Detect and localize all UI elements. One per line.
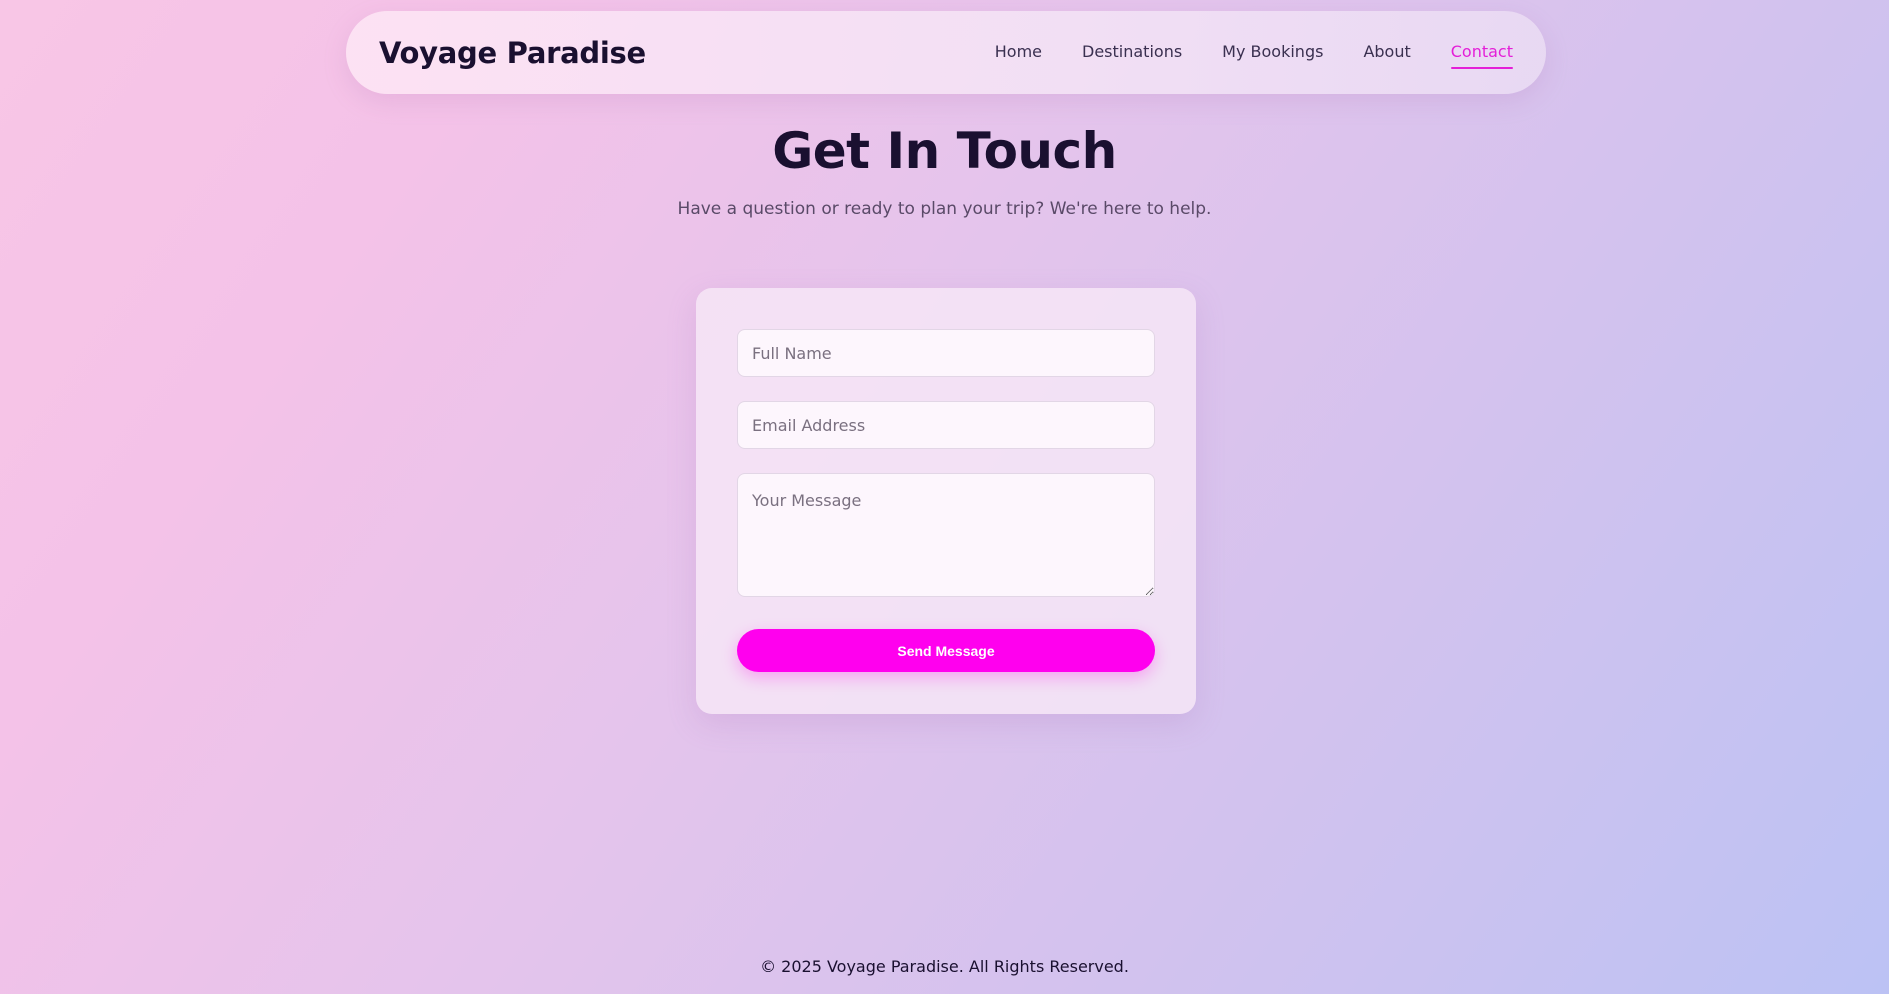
send-message-button[interactable]: Send Message (737, 629, 1155, 672)
navbar: Voyage Paradise Home Destinations My Boo… (346, 11, 1546, 94)
brand-logo[interactable]: Voyage Paradise (379, 36, 646, 70)
nav-link-about[interactable]: About (1363, 36, 1410, 69)
nav-link-my-bookings[interactable]: My Bookings (1222, 36, 1323, 69)
nav-links: Home Destinations My Bookings About Cont… (955, 36, 1514, 69)
page-title: Get In Touch (772, 122, 1117, 180)
contact-form: Send Message (696, 288, 1196, 714)
message-textarea[interactable] (737, 473, 1155, 597)
email-input[interactable] (737, 401, 1155, 449)
nav-link-destinations[interactable]: Destinations (1082, 36, 1182, 69)
nav-link-home[interactable]: Home (995, 36, 1042, 69)
footer-copyright: © 2025 Voyage Paradise. All Rights Reser… (760, 957, 1129, 976)
page-subtitle: Have a question or ready to plan your tr… (677, 199, 1212, 219)
nav-link-contact[interactable]: Contact (1450, 36, 1514, 69)
full-name-input[interactable] (737, 329, 1155, 377)
